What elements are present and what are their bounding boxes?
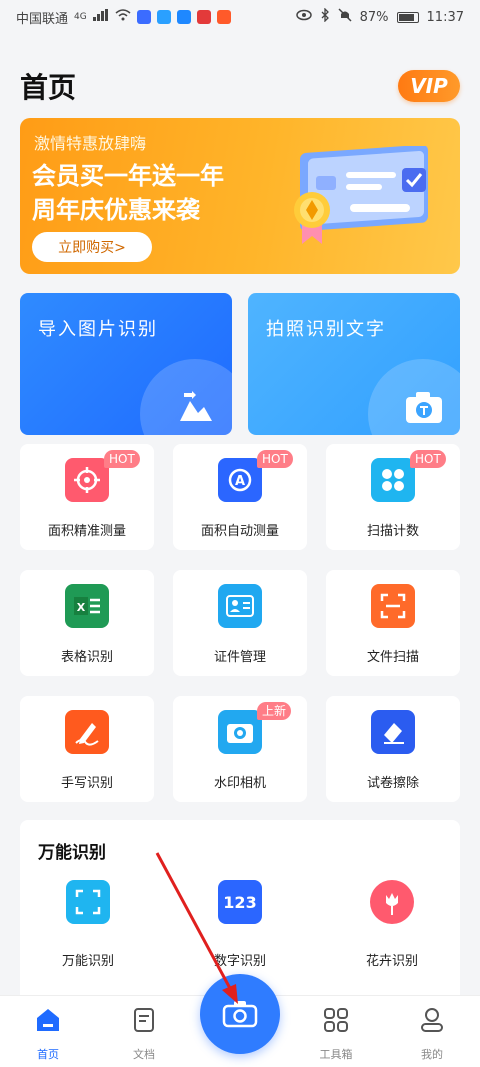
- svg-text:X: X: [77, 601, 86, 614]
- banner-headline-2: 周年庆优惠来袭: [32, 196, 200, 224]
- tile-label: 证件管理: [213, 650, 266, 665]
- tile-scan-count[interactable]: HOT 扫描计数: [326, 444, 460, 550]
- item-label: 万能识别: [61, 954, 114, 969]
- network-label: 4G: [74, 12, 87, 22]
- app-notify-icon: [136, 10, 151, 24]
- tile-id-management[interactable]: 证件管理: [173, 570, 307, 676]
- mute-icon: [338, 8, 352, 26]
- tab-label: 文档: [133, 1048, 155, 1061]
- banner-headline-1: 会员买一年送一年: [32, 162, 224, 190]
- app-notify-icon: [176, 10, 191, 24]
- photo-card-label: 拍照识别文字: [266, 319, 386, 340]
- header: 首页 VIP: [20, 66, 460, 106]
- tile-area-auto-measure[interactable]: A HOT 面积自动测量: [173, 444, 307, 550]
- status-bar: 中国联通 4G 87% 11:37: [0, 0, 480, 34]
- image-icon: [180, 391, 212, 421]
- tile-label: 文件扫描: [366, 650, 419, 665]
- app-notify-icon: [196, 10, 211, 24]
- tile-table-recognition[interactable]: X 表格识别: [20, 570, 154, 676]
- grid-icon: [324, 1008, 348, 1032]
- number-icon: 123: [218, 880, 262, 924]
- hot-badge: HOT: [104, 450, 140, 468]
- watermark-camera-icon: [218, 710, 262, 754]
- item-label: 数字识别: [213, 954, 266, 969]
- flower-icon: [370, 880, 414, 924]
- battery-percent: 87%: [359, 9, 389, 25]
- buy-now-button[interactable]: 立即购买>: [32, 232, 152, 262]
- hot-badge: HOT: [410, 450, 446, 468]
- banner-subtitle: 激情特惠放肆嗨: [34, 134, 147, 153]
- scan-frame-icon: [66, 880, 110, 924]
- tile-label: 手写识别: [60, 776, 113, 791]
- tile-paper-erase[interactable]: 试卷擦除: [326, 696, 460, 802]
- pen-icon: [65, 710, 109, 754]
- universal-item-flower[interactable]: 花卉识别: [342, 880, 442, 990]
- user-icon: [421, 1008, 443, 1032]
- tab-label: 首页: [37, 1048, 59, 1061]
- bluetooth-icon: [320, 7, 330, 26]
- count-dots-icon: [371, 458, 415, 502]
- tab-mine[interactable]: 我的: [402, 1006, 462, 1062]
- new-badge: 上新: [257, 702, 292, 720]
- svg-text:A: A: [235, 474, 245, 489]
- tile-handwriting-recognition[interactable]: 手写识别: [20, 696, 154, 802]
- number-icon-text: 123: [223, 892, 257, 912]
- hot-badge: HOT: [257, 450, 293, 468]
- app-notify-icon: [156, 10, 171, 24]
- camera-text-icon: [406, 392, 442, 423]
- import-image-recognition-card[interactable]: 导入图片识别: [20, 293, 232, 435]
- item-label: 花卉识别: [365, 954, 418, 969]
- vip-button[interactable]: VIP: [398, 70, 460, 102]
- tab-tools[interactable]: 工具箱: [306, 1006, 366, 1062]
- excel-icon: X: [65, 584, 109, 628]
- id-card-icon: [218, 584, 262, 628]
- camera-icon: [222, 1001, 258, 1028]
- tile-label: 面积自动测量: [200, 524, 279, 539]
- import-card-label: 导入图片识别: [38, 319, 158, 340]
- tile-label: 表格识别: [60, 650, 113, 665]
- tile-area-precise-measure[interactable]: HOT 面积精准测量: [20, 444, 154, 550]
- promo-banner[interactable]: 激情特惠放肆嗨 会员买一年送一年 周年庆优惠来袭 立即购买>: [20, 118, 460, 274]
- tab-home[interactable]: 首页: [18, 1006, 78, 1062]
- home-icon: [37, 1009, 59, 1031]
- carrier-label: 中国联通: [16, 11, 69, 27]
- tile-file-scan[interactable]: 文件扫描: [326, 570, 460, 676]
- tile-label: 水印相机: [213, 776, 266, 791]
- membership-card-illustration: [294, 146, 428, 244]
- signal-icon: [92, 9, 109, 25]
- eye-icon: [295, 9, 312, 25]
- photo-text-recognition-card[interactable]: 拍照识别文字: [248, 293, 460, 435]
- section-title: 万能识别: [38, 843, 106, 863]
- tab-label: 我的: [421, 1048, 443, 1061]
- auto-measure-icon: A: [218, 458, 262, 502]
- document-icon: [134, 1008, 154, 1032]
- wifi-icon: [115, 9, 131, 25]
- scan-frame-icon: [371, 584, 415, 628]
- eraser-icon: [371, 710, 415, 754]
- tile-watermark-camera[interactable]: 上新 水印相机: [173, 696, 307, 802]
- camera-button[interactable]: [200, 974, 280, 1054]
- page-title: 首页: [20, 71, 77, 104]
- tab-label: 工具箱: [319, 1048, 353, 1061]
- tile-label: 试卷擦除: [366, 776, 419, 791]
- clock: 11:37: [426, 9, 464, 25]
- tile-label: 扫描计数: [366, 524, 419, 539]
- tab-docs[interactable]: 文档: [114, 1006, 174, 1062]
- app-notify-icon: [216, 10, 231, 24]
- battery-icon: [396, 11, 419, 23]
- universal-item-general[interactable]: 万能识别: [38, 880, 138, 990]
- target-icon: [65, 458, 109, 502]
- tile-label: 面积精准测量: [47, 524, 126, 539]
